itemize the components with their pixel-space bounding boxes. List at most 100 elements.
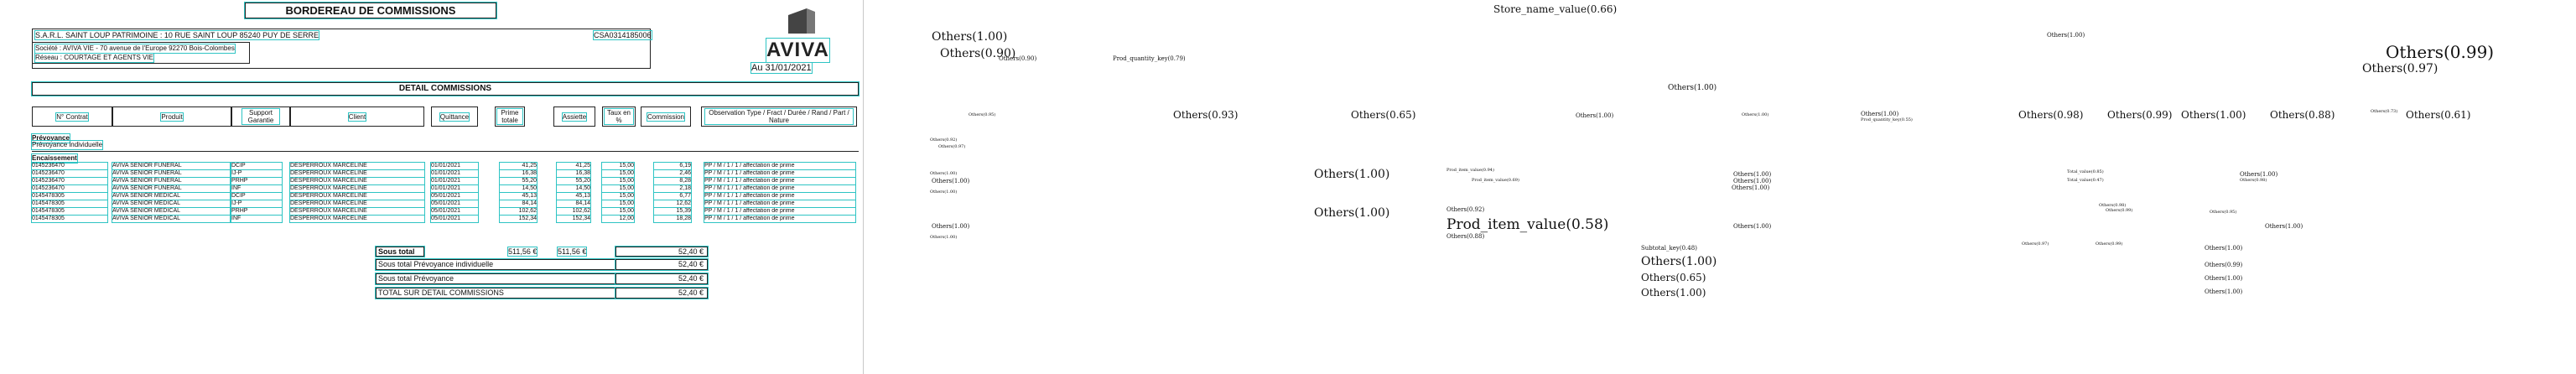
detection-label: Prod_item_value(0.58) [1446, 216, 1609, 233]
table-cell: PP / M / 1 / 1 / affectation de prime [704, 162, 856, 170]
table-cell: PP / M / 1 / 1 / affectation de prime [704, 177, 856, 185]
detection-label: Others(0.65) [1641, 272, 1706, 283]
table-cell: DESPERROUX MARCELINE [289, 184, 425, 193]
detection-label: Others(0.97) [2022, 242, 2049, 247]
detection-label: Total_value(0.47) [2067, 178, 2104, 183]
broker-line: S.A.R.L. SAINT LOUP PATRIMOINE : 10 RUE … [34, 30, 319, 40]
table-row: 0145236470 AVIVA SENIOR FUNERAL DCIP DESPER… [0, 162, 864, 170]
table-cell: 102,62 [499, 207, 538, 216]
table-cell: 15,39 [653, 207, 692, 216]
detection-label: Total_value(0.85) [2067, 169, 2104, 174]
table-cell: 0145478305 [31, 200, 108, 208]
table-cell: DESPERROUX MARCELINE [289, 192, 425, 200]
detection-label: Others(1.00) [1314, 168, 1390, 181]
subtotal-individual-value: 52,40 € [615, 258, 709, 271]
table-cell: PP / M / 1 / 1 / affectation de prime [704, 207, 856, 216]
table-cell: DESPERROUX MARCELINE [289, 177, 425, 185]
table-cell: 6,19 [653, 162, 692, 170]
detection-label: Others(0.92) [930, 138, 958, 143]
col-premium: Prime totale [495, 106, 525, 127]
table-cell: 12,00 [601, 215, 635, 223]
table-cell: PP / M / 1 / 1 / affectation de prime [704, 200, 856, 208]
table-cell: 0145478305 [31, 207, 108, 216]
detection-label: Others(0.99) [2107, 109, 2173, 121]
table-cell: 01/01/2021 [430, 177, 479, 185]
detection-label: Others(1.00) [1733, 171, 1772, 178]
table-cell: 15,00 [601, 177, 635, 185]
table-cell: 01/01/2021 [430, 169, 479, 178]
subtotal-prevoyance-value: 52,40 € [615, 273, 709, 285]
total-label: TOTAL SUR DETAIL COMMISSIONS [375, 287, 616, 299]
statement-date: Au 31/01/2021 [750, 62, 813, 74]
detection-label: Others(0.99) [2106, 208, 2133, 213]
detection-label: Others(0.95) [969, 112, 996, 117]
detection-label: Others(0.65) [1351, 109, 1416, 121]
table-cell: PP / M / 1 / 1 / affectation de prime [704, 192, 856, 200]
detection-label: Others(1.00) [2205, 245, 2243, 252]
table-cell: INF [231, 215, 283, 223]
table-cell: AVIVA SENIOR MEDICAL [112, 215, 231, 223]
group-label: Encaissement [31, 153, 78, 164]
subtotal-label: Sous total [375, 246, 425, 257]
detection-label: Others(0.99) [2386, 42, 2495, 62]
detection-label: Others(1.00) [930, 190, 958, 195]
detection-label: Others(1.00) [932, 30, 1008, 44]
table-cell: 05/01/2021 [430, 215, 479, 223]
table-cell: 05/01/2021 [430, 207, 479, 216]
detection-label: Others(0.98) [2018, 109, 2084, 121]
col-support: Support Garantie [231, 106, 290, 127]
table-cell: 152,34 [556, 215, 591, 223]
table-row: 0145478305 AVIVA SENIOR MEDICAL PRHP DESPER… [0, 207, 864, 216]
table-row: 0145236470 AVIVA SENIOR FUNERAL IJ-P DESPER… [0, 169, 864, 178]
detection-label: Prod_quantity_key(0.79) [1113, 55, 1186, 62]
detection-label: Prod_quantity_key(0.55) [1861, 117, 1913, 122]
detection-label: Others(0.97) [938, 144, 966, 149]
table-cell: 55,20 [556, 177, 591, 185]
col-client: Client [290, 106, 424, 127]
subtotal-prevoyance-label: Sous total Prévoyance [375, 273, 616, 285]
col-base: Assiette [553, 106, 595, 127]
detection-label: Others(1.00) [2265, 223, 2303, 230]
table-cell: 0145236470 [31, 184, 108, 193]
detection-label: Others(0.61) [2406, 109, 2471, 121]
section-divider [32, 151, 859, 152]
detail-title: DETAIL COMMISSIONS [31, 81, 860, 96]
detection-label: Others(0.90) [999, 55, 1037, 62]
detection-label: Others(1.00) [2047, 32, 2085, 39]
table-cell: IJ-P [231, 169, 283, 178]
table-cell: 41,25 [499, 162, 538, 170]
table-cell: INF [231, 184, 283, 193]
detection-label: Others(0.73) [2371, 109, 2398, 114]
table-cell: 6,77 [653, 192, 692, 200]
col-commission: Commission [641, 106, 691, 127]
table-cell: 14,50 [499, 184, 538, 193]
table-row: 0145478305 AVIVA SENIOR MEDICAL IJ-P DESPER… [0, 200, 864, 208]
col-contract: N° Contrat [32, 106, 112, 127]
detection-label: Others(1.00) [1742, 112, 1769, 117]
table-cell: 05/01/2021 [430, 192, 479, 200]
table-cell: 01/01/2021 [430, 184, 479, 193]
table-cell: 15,00 [601, 200, 635, 208]
detection-label: Others(0.92) [1446, 206, 1485, 213]
detection-label: Others(0.95) [2210, 210, 2237, 215]
table-cell: 15,00 [601, 184, 635, 193]
table-cell: 15,00 [601, 192, 635, 200]
table-cell: 16,38 [499, 169, 538, 178]
table-cell: 15,00 [601, 207, 635, 216]
detection-label: Others(1.00) [2181, 109, 2246, 121]
subtotal-base: 511,56 € [556, 247, 588, 257]
table-cell: 14,50 [556, 184, 591, 193]
table-cell: 0145478305 [31, 215, 108, 223]
detection-label: Others(0.93) [1173, 109, 1239, 121]
detection-label: Others(1.00) [2205, 288, 2243, 295]
detection-label: Subtotal_key(0.48) [1641, 245, 1697, 252]
table-cell: DESPERROUX MARCELINE [289, 207, 425, 216]
table-cell: DESPERROUX MARCELINE [289, 169, 425, 178]
table-cell: 84,14 [499, 200, 538, 208]
detection-label: Others(0.97) [2362, 62, 2438, 75]
recognition-labels: Store_name_value(0.66) Others(1.00) Others… [865, 0, 2576, 374]
detection-label: Others(1.00) [932, 223, 970, 230]
table-cell: 8,28 [653, 177, 692, 185]
table-cell: 18,28 [653, 215, 692, 223]
table-cell: 0145478305 [31, 192, 108, 200]
